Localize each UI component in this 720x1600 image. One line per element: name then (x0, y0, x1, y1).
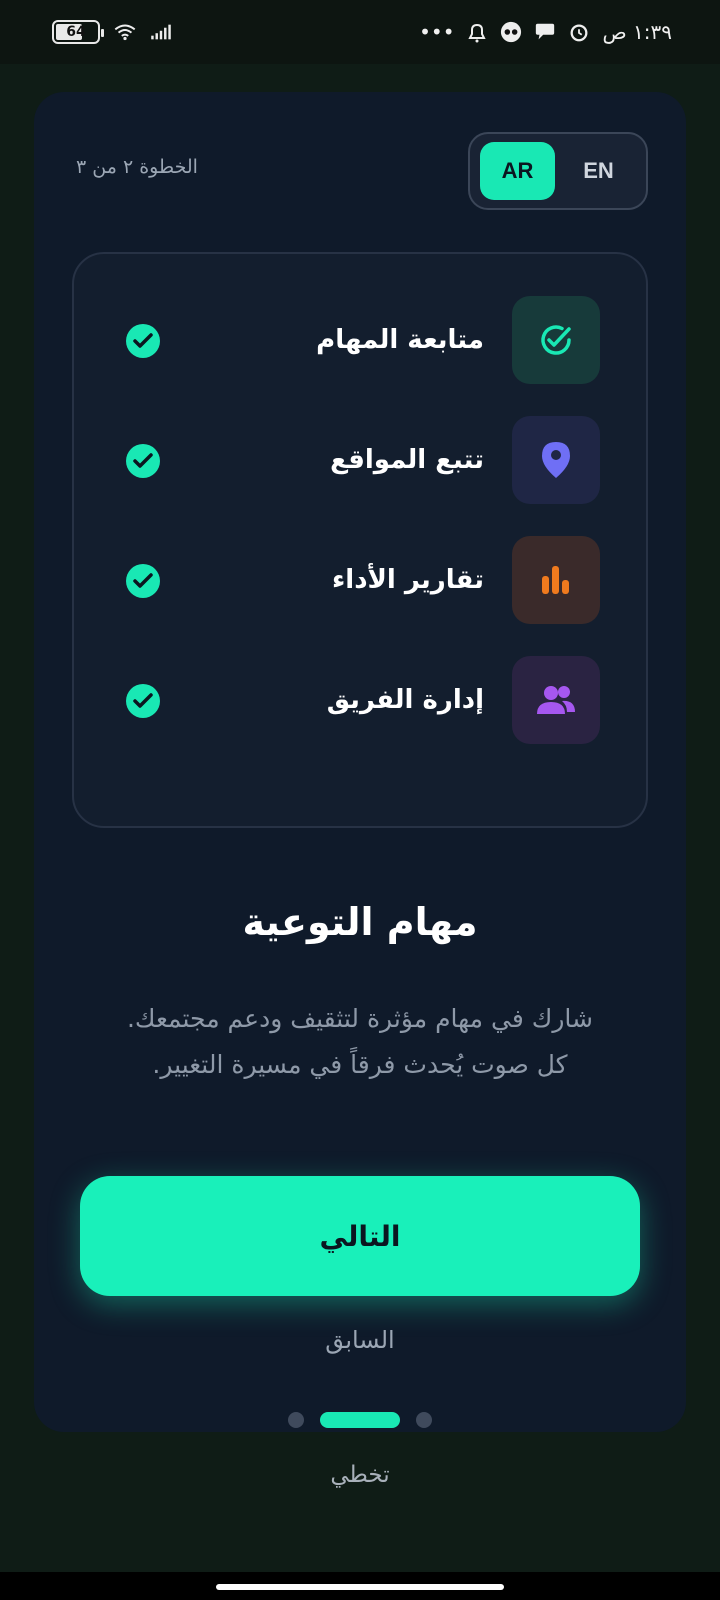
battery-icon: 64 (52, 20, 104, 44)
step-indicator-text: الخطوة ٢ من ٣ (76, 156, 198, 178)
users-icon (512, 656, 600, 744)
alarm-icon (568, 21, 590, 43)
feature-label: متابعة المهام (316, 325, 484, 355)
pagination-dot-active[interactable] (320, 1412, 400, 1428)
bar-chart-icon (512, 536, 600, 624)
feature-label: إدارة الفريق (326, 685, 484, 715)
status-bar-right: ••• ١:٣٩ ص (419, 20, 672, 44)
next-button[interactable]: التالي (80, 1176, 640, 1296)
feature-row-team-management: إدارة الفريق (74, 656, 650, 744)
wifi-icon (114, 21, 136, 43)
lang-ar-button[interactable]: AR (480, 142, 555, 200)
page-title: مهام التوعية (242, 900, 478, 944)
feature-row-performance-reports: تقارير الأداء (74, 536, 650, 624)
feature-row-location-tracking: تتبع المواقع (74, 416, 650, 504)
language-toggle[interactable]: AR EN (468, 132, 648, 210)
check-circle-icon (512, 296, 600, 384)
pagination-dot[interactable] (288, 1412, 304, 1428)
chat-bubble-icon (534, 21, 556, 43)
battery-level: 64 (66, 24, 86, 40)
previous-button[interactable]: السابق (260, 1326, 460, 1354)
page-description: شارك في مهام مؤثرة لتثقيف ودعم مجتمعك. ك… (70, 996, 650, 1088)
status-time: ١:٣٩ ص (602, 20, 672, 44)
skip-button[interactable]: تخطي (260, 1462, 460, 1488)
pagination-dots (0, 1410, 720, 1430)
bell-icon (466, 21, 488, 43)
description-line-1: شارك في مهام مؤثرة لتثقيف ودعم مجتمعك. (126, 1004, 593, 1033)
feature-label: تتبع المواقع (330, 445, 484, 475)
tag-icon (500, 21, 522, 43)
status-bar: 64 ••• ١:٣٩ ص (0, 0, 720, 64)
lang-en-button[interactable]: EN (561, 142, 636, 200)
signal-bars-icon (150, 21, 172, 43)
pagination-dot[interactable] (416, 1412, 432, 1428)
description-line-2: كل صوت يُحدث فرقاً في مسيرة التغيير. (152, 1050, 568, 1079)
status-bar-left: 64 (52, 20, 172, 44)
features-card: متابعة المهام تتبع المواقع تقارير الأداء (72, 252, 648, 828)
checkmark-icon (126, 444, 160, 478)
bottom-area (0, 1432, 720, 1572)
home-indicator[interactable] (216, 1584, 504, 1590)
checkmark-icon (126, 564, 160, 598)
checkmark-icon (126, 684, 160, 718)
location-pin-icon (512, 416, 600, 504)
more-dots-icon: ••• (419, 20, 455, 44)
feature-label: تقارير الأداء (331, 565, 484, 595)
checkmark-icon (126, 324, 160, 358)
feature-row-task-tracking: متابعة المهام (74, 296, 650, 384)
